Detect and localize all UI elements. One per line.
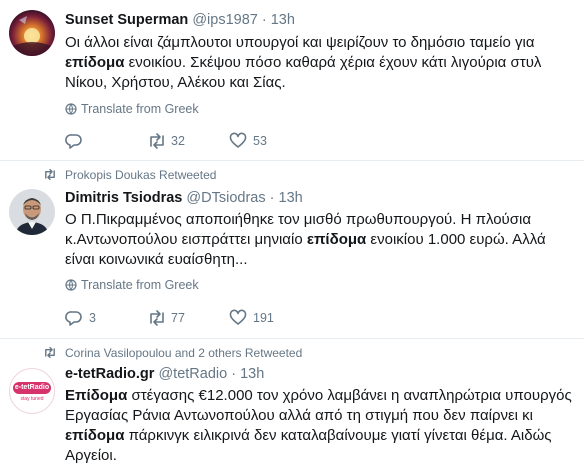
timestamp[interactable]: 13h	[279, 190, 303, 206]
retweet-icon	[150, 133, 164, 149]
heart-icon	[229, 132, 247, 148]
display-name[interactable]: Sunset Superman	[65, 12, 188, 28]
tweet[interactable]: Prokopis Doukas Retweeted Dimitris Tsiod…	[0, 161, 584, 338]
tweet-text: Οι άλλοι είναι ζάμπλουτοι υπουργοί και ψ…	[65, 33, 577, 93]
translate-link[interactable]: Translate from Greek	[65, 278, 199, 294]
timestamp[interactable]: 13h	[271, 12, 295, 28]
tweet[interactable]: Sunset Superman @ips1987 · 13h Οι άλλοι …	[0, 0, 584, 160]
translate-label: Translate from Greek	[81, 278, 199, 292]
highlighted-keyword: Επίδομα	[65, 387, 128, 404]
tweet-text: Επίδομα στέγασης €12.000 τον χρόνο λαμβά…	[65, 386, 577, 466]
heart-icon	[229, 309, 247, 325]
tweet-text: Ο Π.Πικραμμένος αποποιήθηκε τον μισθό πρ…	[65, 210, 577, 270]
reply-icon	[65, 134, 82, 149]
retweet-icon	[150, 310, 164, 326]
timeline: Sunset Superman @ips1987 · 13h Οι άλλοι …	[0, 0, 584, 469]
user-handle[interactable]: @tetRadio	[158, 366, 227, 382]
separator-dot: ·	[231, 366, 237, 382]
highlighted-keyword: επίδομα	[306, 231, 367, 248]
tweet-actions: 32 53	[65, 131, 365, 151]
timestamp[interactable]: 13h	[240, 366, 264, 382]
highlighted-keyword: επίδομα	[65, 427, 125, 444]
like-count: 191	[253, 311, 274, 325]
user-handle[interactable]: @DTsiodras	[186, 190, 265, 206]
tweet-header: e-tetRadio.gr @tetRadio · 13h	[65, 366, 264, 382]
radio-logo-tagline: stay tuned	[20, 396, 44, 402]
highlighted-keyword: επίδομα	[65, 54, 125, 71]
translate-link[interactable]: Translate from Greek	[65, 102, 199, 118]
retweet-count: 77	[171, 311, 185, 325]
retweet-context-icon	[43, 168, 57, 184]
retweet-context-text[interactable]: Corina Vasilopoulou and 2 others Retweet…	[65, 346, 302, 360]
tweet-header: Dimitris Tsiodras @DTsiodras · 13h	[65, 190, 303, 206]
tweet[interactable]: Corina Vasilopoulou and 2 others Retweet…	[0, 339, 584, 469]
tweet-header: Sunset Superman @ips1987 · 13h	[65, 12, 295, 28]
avatar[interactable]	[9, 10, 55, 56]
display-name[interactable]: e-tetRadio.gr	[65, 366, 154, 382]
user-handle[interactable]: @ips1987	[192, 12, 258, 28]
reply-icon	[65, 311, 82, 326]
text-segment: πάρκινγκ ειλικρινά δεν καταλαβαίνουμε γι…	[65, 427, 552, 464]
translate-label: Translate from Greek	[81, 102, 199, 116]
like-count: 53	[253, 134, 267, 148]
globe-icon	[65, 103, 77, 118]
text-segment: Οι άλλοι είναι ζάμπλουτοι υπουργοί και ψ…	[65, 34, 535, 51]
globe-icon	[65, 279, 77, 294]
text-segment: στέγασης €12.000 τον χρόνο λαμβάνει η αν…	[65, 387, 572, 424]
reply-count: 3	[89, 311, 96, 325]
retweet-count: 32	[171, 134, 185, 148]
retweet-context-icon	[43, 346, 57, 362]
text-segment: ενοικίου. Σκέψου πόσο καθαρά χέρια έχουν…	[65, 54, 542, 91]
separator-dot: ·	[261, 12, 267, 28]
avatar[interactable]: e-tetRadio stay tuned	[9, 368, 55, 414]
retweet-context-text[interactable]: Prokopis Doukas Retweeted	[65, 168, 216, 182]
avatar[interactable]	[9, 189, 55, 235]
separator-dot: ·	[269, 190, 275, 206]
display-name[interactable]: Dimitris Tsiodras	[65, 190, 182, 206]
tweet-actions: 3 77 191	[65, 308, 365, 328]
radio-logo: e-tetRadio	[13, 382, 51, 394]
